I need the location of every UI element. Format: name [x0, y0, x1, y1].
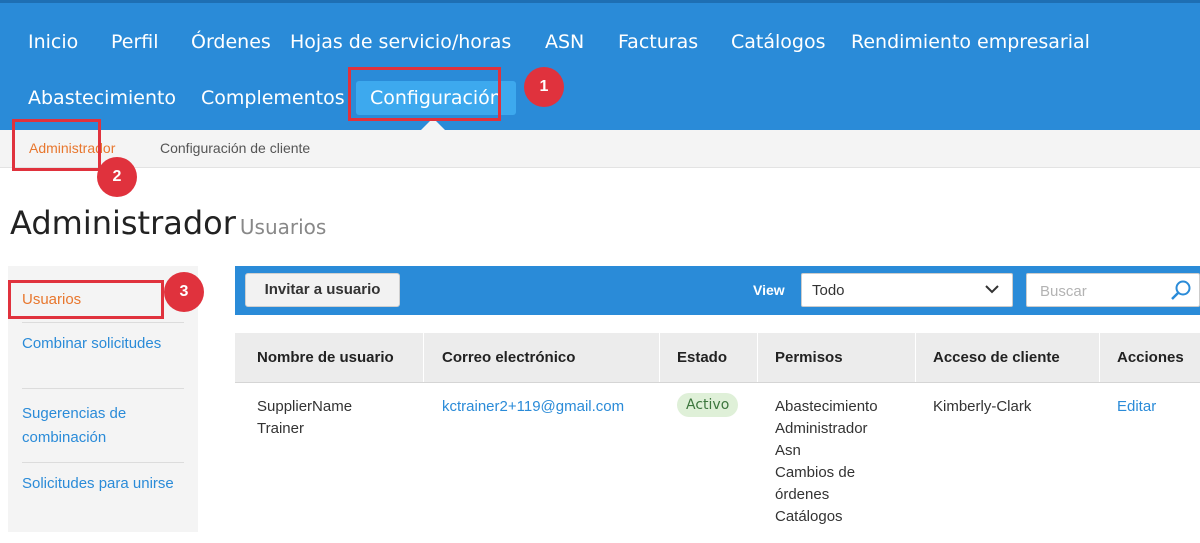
nav-item-hojas-servicio[interactable]: Hojas de servicio/horas [290, 31, 511, 53]
sidebar-item-sugerencias[interactable]: Sugerencias de combinación [22, 402, 184, 450]
view-filter-value: Todo [812, 282, 845, 299]
nav-item-perfil[interactable]: Perfil [111, 31, 159, 53]
column-divider [659, 333, 660, 382]
sidebar-divider [22, 388, 184, 389]
column-divider [1099, 333, 1100, 382]
page-title: Administrador Usuarios [10, 204, 326, 242]
user-name-line: Trainer [257, 420, 304, 437]
search-input[interactable] [1027, 274, 1177, 308]
edit-user-link[interactable]: Editar [1117, 396, 1156, 418]
sidebar-divider [22, 322, 184, 323]
annotation-badge-1: 1 [524, 67, 564, 107]
column-divider [915, 333, 916, 382]
permission-item: Catálogos [775, 508, 843, 525]
column-divider [757, 333, 758, 382]
nav-item-asn[interactable]: ASN [545, 31, 584, 53]
customer-access-cell: Kimberly-Clark [933, 398, 1032, 415]
permissions-cell: Abastecimiento Administrador Asn Cambios… [775, 396, 878, 528]
table-row: SupplierName Trainer kctrainer2+119@gmai… [235, 383, 1200, 543]
permission-item: Asn [775, 442, 801, 459]
sidebar-item-solicitudes-unirse[interactable]: Solicitudes para unirse [22, 472, 184, 496]
user-name-line: SupplierName [257, 398, 353, 415]
invite-user-button[interactable]: Invitar a usuario [245, 273, 400, 307]
column-divider [423, 333, 424, 382]
view-filter-select[interactable]: Todo [801, 273, 1013, 307]
nav-item-facturas[interactable]: Facturas [618, 31, 698, 53]
page-subtitle: Usuarios [239, 215, 327, 239]
column-header-status[interactable]: Estado [677, 349, 727, 366]
table-header: Nombre de usuario Correo electrónico Est… [235, 333, 1200, 383]
annotation-badge-3: 3 [164, 272, 204, 312]
annotation-box-1 [348, 67, 501, 121]
chevron-down-icon [984, 281, 1000, 302]
sub-navigation: Administrador Configuración de cliente [0, 130, 1200, 168]
column-header-email[interactable]: Correo electrónico [442, 349, 575, 366]
permission-item: Abastecimiento [775, 398, 878, 415]
annotation-box-3 [8, 280, 164, 319]
annotation-box-2 [12, 119, 101, 171]
nav-item-catalogos[interactable]: Catálogos [731, 31, 826, 53]
permission-item: Administrador [775, 420, 868, 437]
top-navigation: Inicio Perfil Órdenes Hojas de servicio/… [0, 0, 1200, 130]
search-box [1026, 273, 1200, 308]
permission-item: Cambios de [775, 464, 856, 481]
column-header-actions: Acciones [1117, 349, 1184, 366]
nav-item-abastecimiento[interactable]: Abastecimiento [28, 87, 176, 109]
column-header-permissions[interactable]: Permisos [775, 349, 843, 366]
nav-item-inicio[interactable]: Inicio [28, 31, 78, 53]
view-label: View [753, 282, 785, 298]
search-icon[interactable] [1169, 278, 1193, 307]
column-header-customer-access[interactable]: Acceso de cliente [933, 349, 1060, 366]
nav-item-complementos[interactable]: Complementos [201, 87, 345, 109]
user-email-link[interactable]: kctrainer2+119@gmail.com [442, 396, 624, 418]
column-header-username[interactable]: Nombre de usuario [257, 349, 394, 366]
page-title-main: Administrador [10, 204, 236, 242]
sidebar-item-combinar-solicitudes[interactable]: Combinar solicitudes [22, 332, 184, 356]
users-toolbar: Invitar a usuario View Todo [235, 266, 1200, 315]
subnav-item-configuracion-cliente[interactable]: Configuración de cliente [160, 140, 310, 156]
status-badge: Activo [677, 393, 739, 417]
nav-item-rendimiento[interactable]: Rendimiento empresarial [851, 31, 1090, 53]
permission-item: órdenes [775, 486, 830, 503]
nav-item-ordenes[interactable]: Órdenes [191, 31, 271, 53]
user-name-cell: SupplierName Trainer [257, 396, 352, 440]
annotation-badge-2: 2 [97, 157, 137, 197]
sidebar-divider [22, 462, 184, 463]
